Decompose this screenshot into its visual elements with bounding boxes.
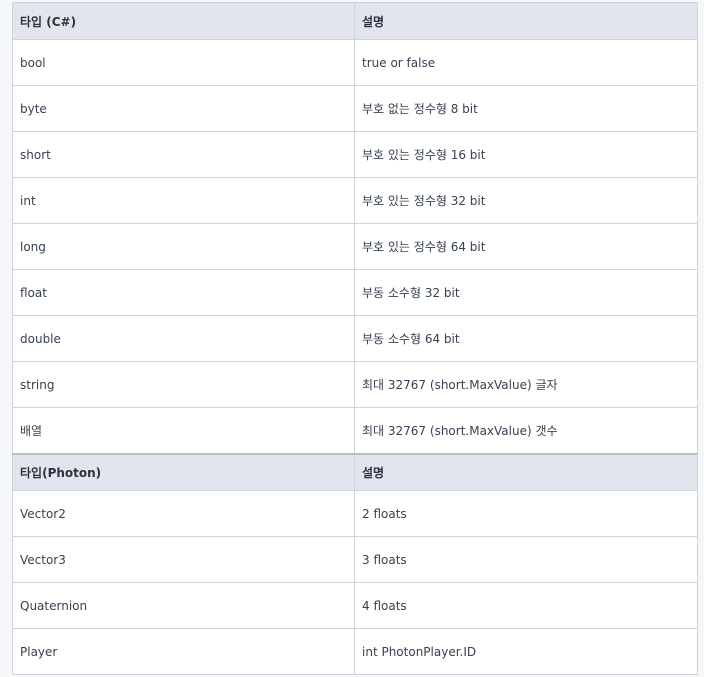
description-cell: 최대 32767 (short.MaxValue) 갯수 bbox=[354, 407, 698, 455]
table-row: int 부호 있는 정수형 32 bit bbox=[12, 177, 698, 224]
type-cell: Vector3 bbox=[12, 536, 355, 583]
type-table-container: 타입 (C#) 설명 bool true or false byte 부호 없는… bbox=[12, 2, 698, 675]
header-type-csharp: 타입 (C#) bbox=[12, 2, 355, 40]
table-row: Vector3 3 floats bbox=[12, 536, 698, 583]
description-cell: 부동 소수형 64 bit bbox=[354, 315, 698, 362]
table-row: bool true or false bbox=[12, 39, 698, 86]
type-cell: string bbox=[12, 361, 355, 408]
type-cell: Vector2 bbox=[12, 490, 355, 537]
header-type-photon: 타입(Photon) bbox=[12, 453, 355, 491]
table-row: 배열 최대 32767 (short.MaxValue) 갯수 bbox=[12, 407, 698, 455]
table-row: string 최대 32767 (short.MaxValue) 글자 bbox=[12, 361, 698, 408]
description-cell: 부호 있는 정수형 16 bit bbox=[354, 131, 698, 178]
type-cell: int bbox=[12, 177, 355, 224]
type-table: 타입 (C#) 설명 bool true or false byte 부호 없는… bbox=[12, 2, 698, 675]
description-cell: 2 floats bbox=[354, 490, 698, 537]
description-cell: 부호 없는 정수형 8 bit bbox=[354, 85, 698, 132]
type-cell: byte bbox=[12, 85, 355, 132]
header-description: 설명 bbox=[354, 453, 698, 491]
table-row: float 부동 소수형 32 bit bbox=[12, 269, 698, 316]
description-cell: true or false bbox=[354, 39, 698, 86]
table-row: Player int PhotonPlayer.ID bbox=[12, 628, 698, 675]
description-cell: 부동 소수형 32 bit bbox=[354, 269, 698, 316]
description-cell: 4 floats bbox=[354, 582, 698, 629]
type-cell: Player bbox=[12, 628, 355, 675]
header-description: 설명 bbox=[354, 2, 698, 40]
type-cell: double bbox=[12, 315, 355, 362]
table-row: byte 부호 없는 정수형 8 bit bbox=[12, 85, 698, 132]
description-cell: 부호 있는 정수형 32 bit bbox=[354, 177, 698, 224]
type-cell: float bbox=[12, 269, 355, 316]
table-row: long 부호 있는 정수형 64 bit bbox=[12, 223, 698, 270]
table-header-row-photon: 타입(Photon) 설명 bbox=[12, 453, 698, 491]
table-row: short 부호 있는 정수형 16 bit bbox=[12, 131, 698, 178]
table-row: Quaternion 4 floats bbox=[12, 582, 698, 629]
description-cell: 부호 있는 정수형 64 bit bbox=[354, 223, 698, 270]
type-cell: Quaternion bbox=[12, 582, 355, 629]
table-row: double 부동 소수형 64 bit bbox=[12, 315, 698, 362]
type-cell: 배열 bbox=[12, 407, 355, 455]
type-cell: short bbox=[12, 131, 355, 178]
description-cell: 3 floats bbox=[354, 536, 698, 583]
type-cell: bool bbox=[12, 39, 355, 86]
table-row: Vector2 2 floats bbox=[12, 490, 698, 537]
type-cell: long bbox=[12, 223, 355, 270]
description-cell: int PhotonPlayer.ID bbox=[354, 628, 698, 675]
description-cell: 최대 32767 (short.MaxValue) 글자 bbox=[354, 361, 698, 408]
table-header-row-csharp: 타입 (C#) 설명 bbox=[12, 2, 698, 40]
